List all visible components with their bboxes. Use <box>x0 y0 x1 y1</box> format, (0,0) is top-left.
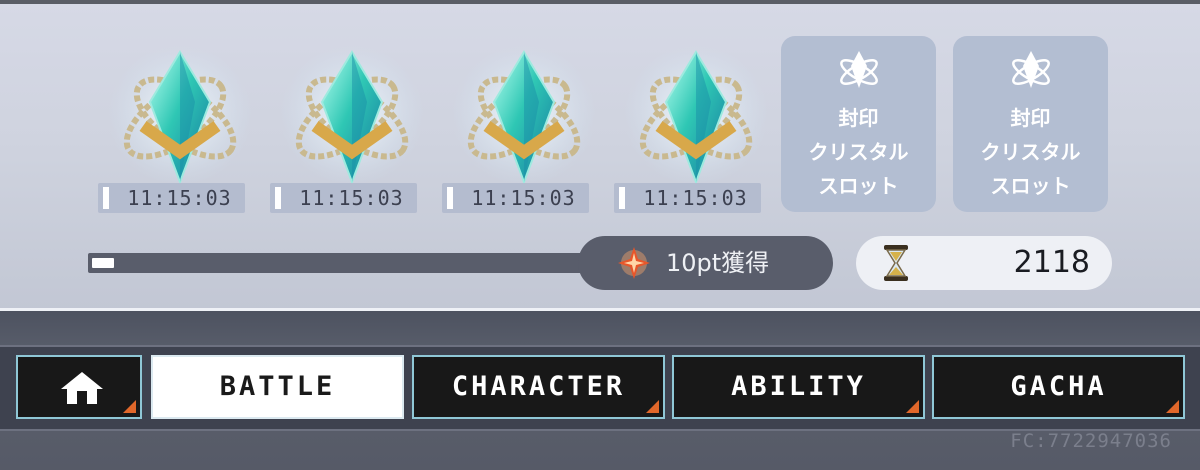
timer-text: 11:15:03 <box>299 186 404 210</box>
currency-value: 2118 <box>1013 245 1090 280</box>
currency-display: 2118 <box>856 236 1112 290</box>
crystal-slot[interactable]: 11:15:03 <box>270 40 427 215</box>
sealed-label-line: スロット <box>990 174 1071 198</box>
countdown-timer: 11:15:03 <box>442 183 589 213</box>
nav-ability-button[interactable]: ABILITY <box>672 355 925 419</box>
crystal-slot[interactable]: 11:15:03 <box>614 40 771 215</box>
timer-text: 11:15:03 <box>471 186 576 210</box>
timer-fill <box>447 187 453 209</box>
sealed-label-line: 封印 <box>838 106 879 130</box>
crystal-icon <box>624 45 768 185</box>
sealed-slot-label: 封印 クリスタル スロット <box>781 101 936 203</box>
hourglass-icon <box>884 245 908 281</box>
bottom-nav-bar: BATTLE CHARACTER ABILITY GACHA <box>0 345 1200 431</box>
nav-corner-accent <box>646 400 659 413</box>
timer-text: 11:15:03 <box>643 186 748 210</box>
home-icon <box>61 372 103 404</box>
sealed-slot-label: 封印 クリスタル スロット <box>953 101 1108 203</box>
nav-label: GACHA <box>1010 371 1107 402</box>
nav-label: ABILITY <box>731 371 866 402</box>
crystal-slot[interactable]: 11:15:03 <box>442 40 599 215</box>
sealed-label-line: クリスタル <box>808 140 909 164</box>
crystal-slot[interactable]: 11:15:03 <box>98 40 255 215</box>
nav-label: BATTLE <box>219 371 336 402</box>
sealed-crystal-slot[interactable]: 封印 クリスタル スロット <box>781 36 936 212</box>
orange-star-gem-icon <box>618 247 650 279</box>
timer-text: 11:15:03 <box>127 186 232 210</box>
crystal-icon <box>452 45 596 185</box>
nav-corner-accent <box>1166 400 1179 413</box>
top-border <box>0 0 1200 4</box>
nav-home-button[interactable] <box>16 355 142 419</box>
nav-gacha-button[interactable]: GACHA <box>932 355 1185 419</box>
sealed-label-line: スロット <box>818 174 899 198</box>
crystal-icon <box>280 45 424 185</box>
countdown-timer: 11:15:03 <box>270 183 417 213</box>
sealed-label-line: 封印 <box>1010 106 1051 130</box>
sealed-crystal-icon <box>840 51 878 88</box>
timer-fill <box>275 187 281 209</box>
sealed-label-line: クリスタル <box>980 140 1081 164</box>
timer-fill <box>619 187 625 209</box>
crystal-icon <box>108 45 252 185</box>
timer-fill <box>103 187 109 209</box>
nav-corner-accent <box>123 400 136 413</box>
sealed-crystal-icon <box>1012 51 1050 88</box>
reward-pill[interactable]: 10pt獲得 <box>578 236 833 290</box>
nav-label: CHARACTER <box>451 371 626 402</box>
reward-label: 10pt獲得 <box>666 249 770 277</box>
countdown-timer: 11:15:03 <box>614 183 761 213</box>
sealed-crystal-slot[interactable]: 封印 クリスタル スロット <box>953 36 1108 212</box>
points-progress-bar <box>88 253 648 273</box>
friend-code: FC:7722947036 <box>1010 430 1172 452</box>
countdown-timer: 11:15:03 <box>98 183 245 213</box>
nav-character-button[interactable]: CHARACTER <box>412 355 665 419</box>
nav-corner-accent <box>906 400 919 413</box>
progress-fill <box>92 258 114 268</box>
nav-battle-button[interactable]: BATTLE <box>151 355 404 419</box>
